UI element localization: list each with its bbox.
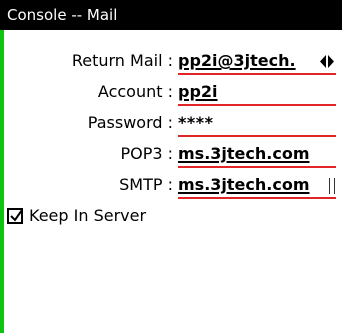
title-bar: Console -- Mail <box>0 0 342 30</box>
return-mail-label: Return Mail : <box>71 51 173 70</box>
smtp-label: SMTP : <box>119 175 173 194</box>
left-right-arrows-icon[interactable] <box>319 54 335 69</box>
return-mail-field[interactable]: pp2i@3jtech. <box>178 50 336 75</box>
account-label: Account : <box>97 82 173 101</box>
keep-in-server-checkbox[interactable] <box>7 208 23 224</box>
smtp-field[interactable]: ms.3jtech.com <box>178 174 336 199</box>
smtp-value: ms.3jtech.com <box>178 175 310 194</box>
password-label: Password : <box>87 113 173 132</box>
left-green-bar <box>0 0 4 333</box>
mail-console-screen: Console -- Mail Return Mail : pp2i@3jtec… <box>0 0 342 333</box>
check-icon <box>10 209 23 222</box>
pop3-label: POP3 : <box>120 144 173 163</box>
account-field[interactable]: pp2i <box>178 81 336 106</box>
pop3-value: ms.3jtech.com <box>178 144 310 163</box>
keep-in-server-label: Keep In Server <box>29 206 147 225</box>
return-mail-value: pp2i@3jtech. <box>178 51 296 70</box>
pop3-field[interactable]: ms.3jtech.com <box>178 143 336 168</box>
window-title: Console -- Mail <box>7 6 118 24</box>
password-field[interactable]: **** <box>178 112 336 137</box>
text-cursor <box>329 178 335 194</box>
account-value: pp2i <box>178 82 218 101</box>
password-value: **** <box>178 113 214 132</box>
